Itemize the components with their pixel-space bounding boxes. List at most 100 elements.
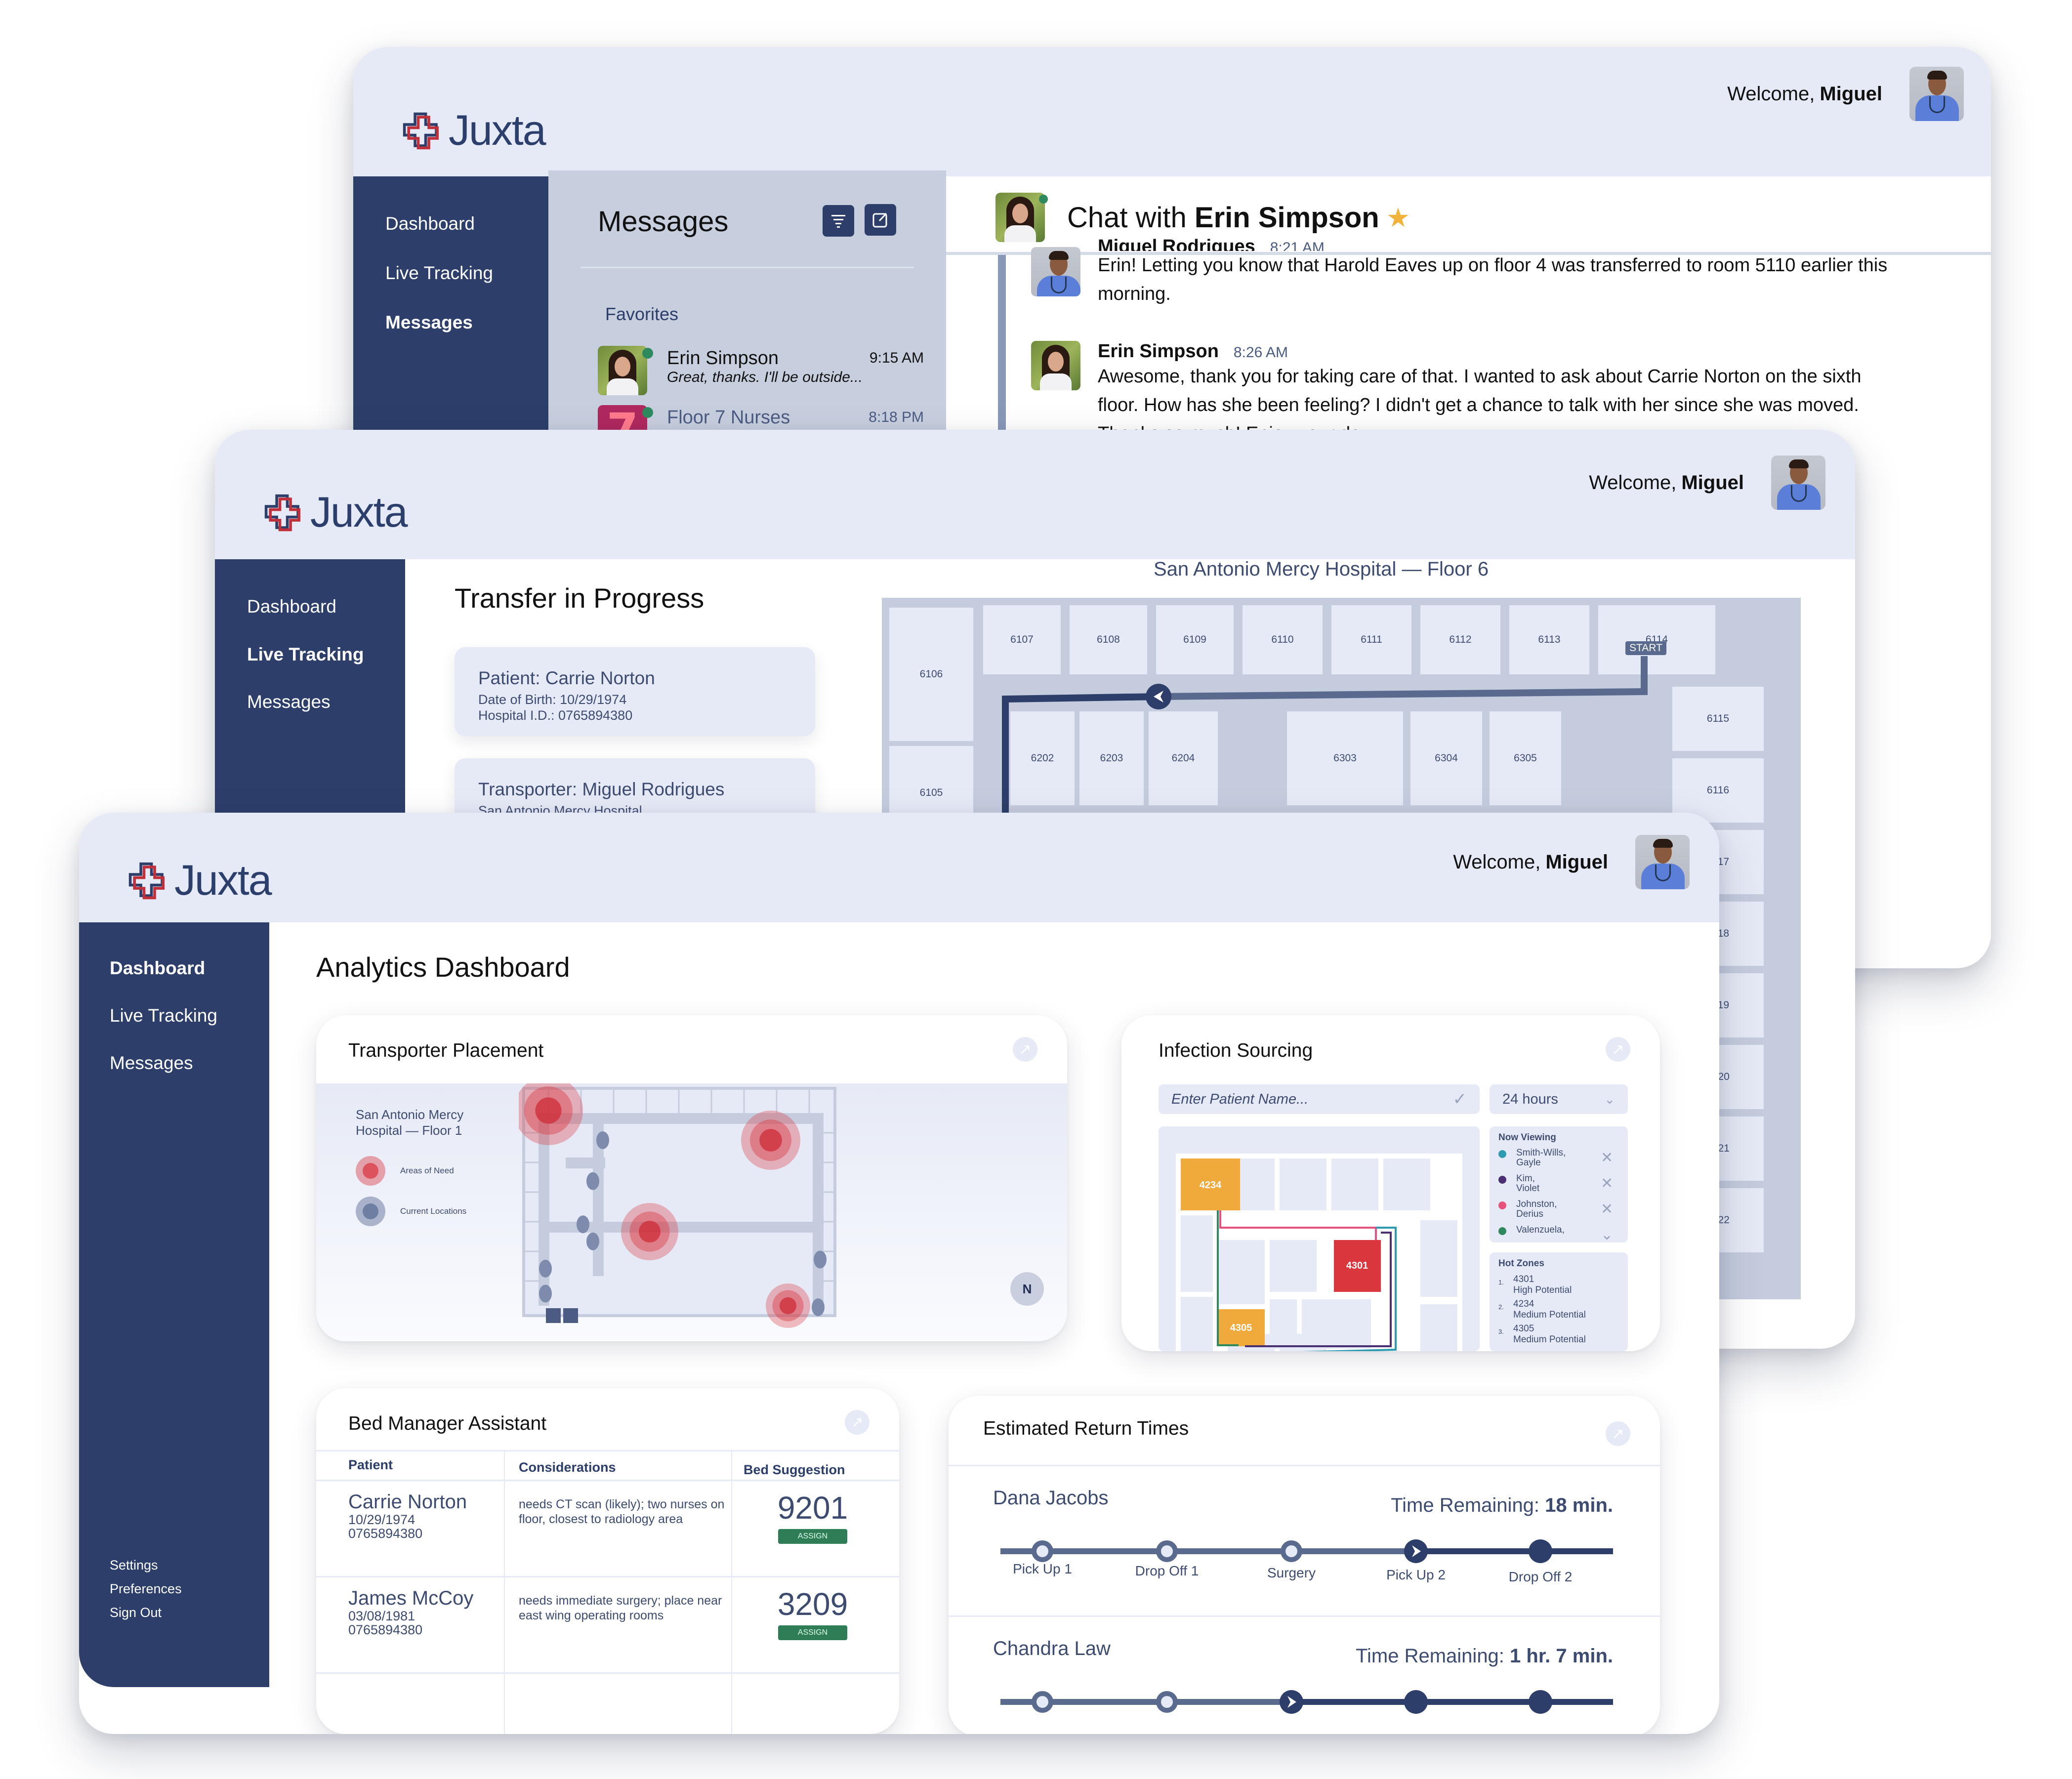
stop-completed-center [1036, 1545, 1048, 1557]
juxta-logo[interactable]: Juxta [262, 488, 408, 537]
remove-patient-icon[interactable]: ✕ [1601, 1200, 1613, 1218]
nav-live-tracking[interactable]: Live Tracking [385, 263, 493, 284]
nav-dashboard[interactable]: Dashboard [247, 596, 336, 617]
nav-dashboard[interactable]: Dashboard [385, 213, 475, 234]
favorite-star-icon[interactable]: ★ [1386, 202, 1410, 233]
patient-dob: Date of Birth: 10/29/1974 [478, 692, 627, 707]
now-viewing-item[interactable]: Johnston, Derius [1498, 1200, 1557, 1219]
nav-sign-out[interactable]: Sign Out [110, 1605, 162, 1620]
remove-patient-icon[interactable]: ✕ [1601, 1149, 1613, 1166]
patient-name[interactable]: Carrie Norton [348, 1492, 467, 1512]
juxta-logo[interactable]: Juxta [400, 106, 546, 155]
expand-button[interactable]: ↗ [845, 1410, 870, 1435]
stop-completed-center [1161, 1696, 1173, 1708]
chevron-down-icon[interactable]: ⌄ [1601, 1226, 1613, 1242]
map-room [1280, 1158, 1326, 1210]
card-title: Bed Manager Assistant [348, 1413, 547, 1434]
infection-map: 4234 4301 4305 [1159, 1126, 1480, 1351]
column-header: Considerations [519, 1460, 616, 1475]
message-meta: Erin Simpson 8:26 AM [1098, 341, 1288, 362]
patient-name-input[interactable]: Enter Patient Name... ✓ [1159, 1084, 1480, 1114]
user-avatar[interactable] [1909, 67, 1964, 121]
transporter-location-marker [812, 1298, 825, 1317]
online-status-icon [642, 407, 653, 418]
expand-button[interactable]: ↗ [1013, 1037, 1037, 1062]
map-room [1420, 1220, 1457, 1297]
patient-card[interactable]: Patient: Carrie Norton Date of Birth: 10… [455, 647, 815, 736]
transporter-location-marker [596, 1131, 609, 1149]
hot-zone-item[interactable]: 1. 4301 High Potential [1498, 1274, 1572, 1296]
filter-button[interactable] [823, 205, 854, 237]
conversation-item[interactable]: Erin Simpson 9:15 AM Great, thanks. I'll… [598, 346, 924, 395]
now-viewing-item[interactable]: Kim, Violet [1498, 1174, 1539, 1194]
bed-manager-card: Bed Manager Assistant ↗ Patient Consider… [316, 1388, 899, 1734]
stop-completed-center [1161, 1545, 1173, 1557]
transport-patient-name[interactable]: Dana Jacobs [993, 1487, 1108, 1509]
considerations-text: needs CT scan (likely); two nurses on fl… [519, 1497, 725, 1526]
assign-button[interactable]: ASSIGN [778, 1625, 847, 1640]
section-divider [949, 1465, 1660, 1466]
patient-dob: 10/29/1974 [348, 1512, 415, 1527]
corridor [566, 1158, 605, 1168]
transporter-location-marker [539, 1284, 552, 1303]
expand-button[interactable]: ↗ [1606, 1037, 1630, 1062]
user-avatar[interactable] [1635, 835, 1690, 889]
hot-zone-item[interactable]: 2. 4234 Medium Potential [1498, 1299, 1586, 1321]
nav-dashboard[interactable]: Dashboard [110, 958, 205, 979]
hot-zone-item[interactable]: 3. 4305 Medium Potential [1498, 1324, 1586, 1345]
infection-sourcing-card: Infection Sourcing ↗ Enter Patient Name.… [1121, 1015, 1660, 1351]
patient-name: Smith-Wills, Gayle [1516, 1148, 1566, 1168]
now-viewing-item[interactable]: Valenzuela, [1498, 1225, 1565, 1235]
assign-button[interactable]: ASSIGN [778, 1529, 847, 1544]
column-header: Bed Suggestion [744, 1462, 845, 1477]
hot-zone-info: 4301 High Potential [1513, 1274, 1572, 1295]
sidebar: Dashboard Live Tracking Messages Setting… [79, 922, 269, 1687]
column-header: Patient [348, 1457, 393, 1472]
map-room [1181, 1215, 1213, 1292]
patient-color-dot [1498, 1227, 1506, 1235]
expand-button[interactable]: ↗ [1606, 1421, 1630, 1446]
page-title: Analytics Dashboard [316, 952, 570, 983]
return-times-card: Estimated Return Times ↗ Dana Jacobs Time… [949, 1396, 1660, 1734]
map-room [1420, 1304, 1457, 1351]
now-viewing-label: Now Viewing [1498, 1132, 1556, 1143]
transporter-placement-card: Transporter Placement ↗ San Antonio Merc… [316, 1015, 1067, 1341]
patient-name: Kim, Violet [1516, 1173, 1540, 1194]
transport-patient-name[interactable]: Chandra Law [993, 1638, 1111, 1660]
area-of-need-core [535, 1097, 562, 1124]
nav-messages[interactable]: Messages [247, 692, 331, 712]
nav-preferences[interactable]: Preferences [110, 1581, 182, 1597]
bed-suggestion: 9201 [777, 1490, 848, 1526]
nav-messages[interactable]: Messages [385, 312, 473, 333]
compose-icon [872, 212, 887, 228]
check-icon[interactable]: ✓ [1453, 1089, 1467, 1109]
user-avatar[interactable] [1771, 455, 1825, 510]
map-title: San Antonio Mercy Hospital — Floor 1 [356, 1107, 464, 1138]
nav-settings[interactable]: Settings [110, 1558, 158, 1573]
time-remaining-value: 18 min. [1545, 1494, 1613, 1516]
stop-completed-center [1036, 1696, 1048, 1708]
route-remaining [1158, 656, 1648, 700]
nav-live-tracking[interactable]: Live Tracking [247, 644, 364, 665]
hot-zones-panel: Hot Zones 1. 4301 High Potential 2. 4234 Medi… [1490, 1252, 1628, 1351]
welcome-message: Welcome, Miguel [1727, 67, 1964, 121]
message-meta: Miguel Rodrigues 8:21 AM [1098, 236, 1325, 251]
legend-swatch [356, 1197, 385, 1226]
juxta-logo[interactable]: Juxta [126, 856, 272, 905]
remove-patient-icon[interactable]: ✕ [1601, 1175, 1613, 1192]
patient-name[interactable]: James McCoy [348, 1588, 473, 1608]
message-avatar [1031, 341, 1080, 390]
map-room [1280, 1334, 1326, 1351]
messages-panel-title: Messages [598, 206, 729, 238]
chevron-down-icon: ⌄ [1604, 1091, 1615, 1107]
compass-button[interactable]: N [1010, 1272, 1044, 1306]
table-divider [316, 1480, 899, 1481]
now-viewing-item[interactable]: Smith-Wills, Gayle [1498, 1148, 1566, 1168]
welcome-message: Welcome, Miguel [1589, 455, 1825, 510]
time-range-select[interactable]: 24 hours ⌄ [1490, 1084, 1628, 1114]
nav-live-tracking[interactable]: Live Tracking [110, 1005, 217, 1026]
compose-button[interactable] [865, 204, 896, 236]
nav-messages[interactable]: Messages [110, 1053, 193, 1074]
hot-zone-label: 4234 [1200, 1180, 1222, 1191]
compass-icon: N [1022, 1281, 1032, 1296]
